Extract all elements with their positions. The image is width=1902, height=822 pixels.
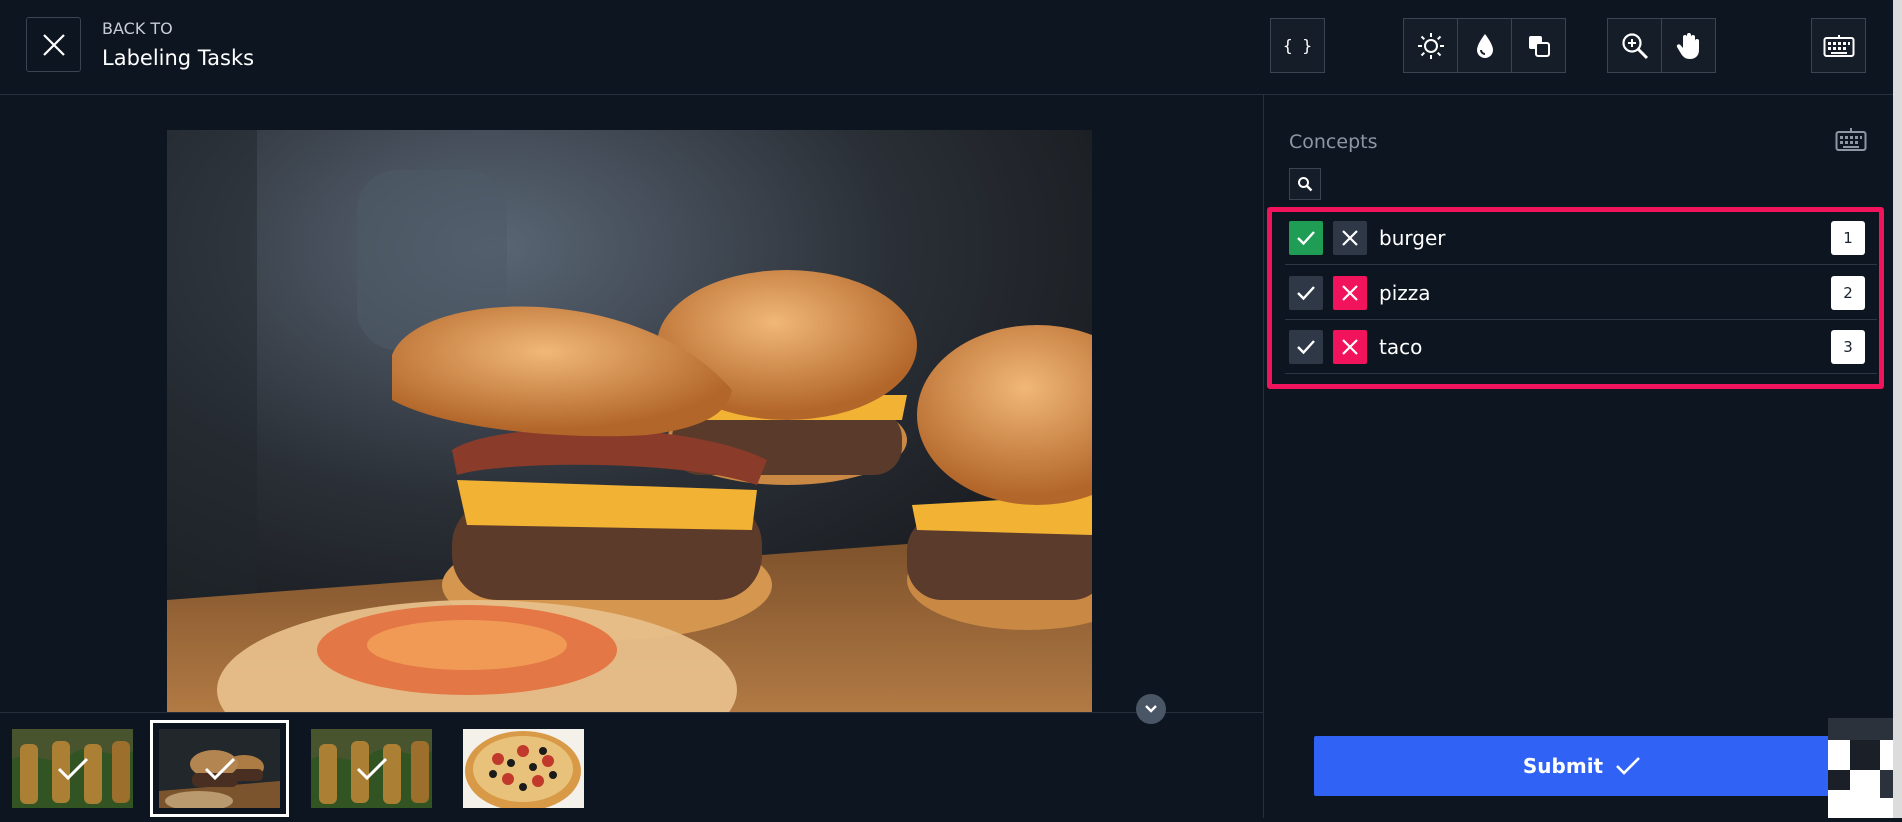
saturation-button[interactable]	[1457, 18, 1512, 73]
main-image-burgers[interactable]	[167, 130, 1092, 713]
check-icon	[1297, 286, 1315, 301]
panel-divider	[1263, 95, 1264, 818]
filmstrip-divider	[0, 712, 1263, 713]
labeled-check-icon	[356, 757, 387, 780]
concept-yes-button[interactable]	[1289, 276, 1323, 310]
concept-row-taco: taco 3	[1285, 319, 1877, 374]
saturation-icon	[1476, 33, 1493, 58]
invert-button[interactable]	[1511, 18, 1566, 73]
keyboard-shortcuts-button[interactable]	[1811, 18, 1866, 73]
pan-button[interactable]	[1661, 18, 1716, 73]
concept-no-button[interactable]	[1333, 221, 1367, 255]
zoom-in-icon	[1621, 32, 1648, 59]
submit-label: Submit	[1522, 754, 1604, 778]
brightness-icon	[1417, 32, 1444, 59]
concept-yes-button[interactable]	[1289, 221, 1323, 255]
thumbnail-burger-2[interactable]	[150, 720, 289, 817]
invert-icon	[1528, 35, 1550, 57]
concept-hotkey: 3	[1831, 330, 1865, 364]
check-icon	[1297, 340, 1315, 355]
labeled-check-icon	[57, 757, 88, 780]
brightness-button[interactable]	[1403, 18, 1458, 73]
zoom-button[interactable]	[1607, 18, 1662, 73]
expand-filmstrip-button[interactable]	[1136, 694, 1166, 724]
concept-name: taco	[1379, 335, 1423, 359]
concept-hotkey: 2	[1831, 276, 1865, 310]
thumbnail-taco-1[interactable]	[12, 729, 133, 808]
concept-hotkey: 1	[1831, 221, 1865, 255]
concept-no-button[interactable]	[1333, 276, 1367, 310]
close-button[interactable]	[26, 17, 81, 72]
check-icon	[1616, 757, 1641, 775]
thumbnail-taco-3[interactable]	[311, 729, 432, 808]
json-icon: { }	[1283, 36, 1312, 55]
x-icon	[1342, 230, 1358, 246]
concept-search-button[interactable]	[1289, 168, 1321, 200]
keyboard-icon	[1823, 34, 1854, 57]
concept-name: burger	[1379, 226, 1446, 250]
concept-row-pizza: pizza 2	[1285, 265, 1877, 320]
x-icon	[1342, 285, 1358, 301]
concepts-title: Concepts	[1289, 131, 1378, 153]
concept-hotkeys-button[interactable]	[1835, 126, 1867, 156]
page-scrollbar[interactable]	[1893, 0, 1902, 818]
image-viewer	[0, 95, 1263, 713]
concept-name: pizza	[1379, 281, 1431, 305]
submit-button[interactable]: Submit	[1314, 736, 1850, 796]
json-button[interactable]: { }	[1270, 18, 1325, 73]
concept-no-button[interactable]	[1333, 330, 1367, 364]
close-icon	[42, 33, 65, 56]
back-to-label: BACK TO	[102, 19, 173, 38]
back-to-link[interactable]: Labeling Tasks	[102, 46, 254, 70]
x-icon	[1342, 339, 1358, 355]
pan-hand-icon	[1676, 32, 1699, 59]
keyboard-icon	[1835, 128, 1867, 151]
labeled-check-icon	[204, 757, 235, 780]
search-icon	[1298, 177, 1313, 192]
top-bar: BACK TO Labeling Tasks { }	[0, 0, 1902, 95]
thumbnail-pizza-4[interactable]	[463, 729, 584, 808]
chevron-down-icon	[1145, 705, 1157, 713]
concept-yes-button[interactable]	[1289, 330, 1323, 364]
check-icon	[1297, 231, 1315, 246]
qr-corner-widget	[1828, 718, 1902, 818]
concept-row-burger: burger 1	[1285, 210, 1877, 265]
